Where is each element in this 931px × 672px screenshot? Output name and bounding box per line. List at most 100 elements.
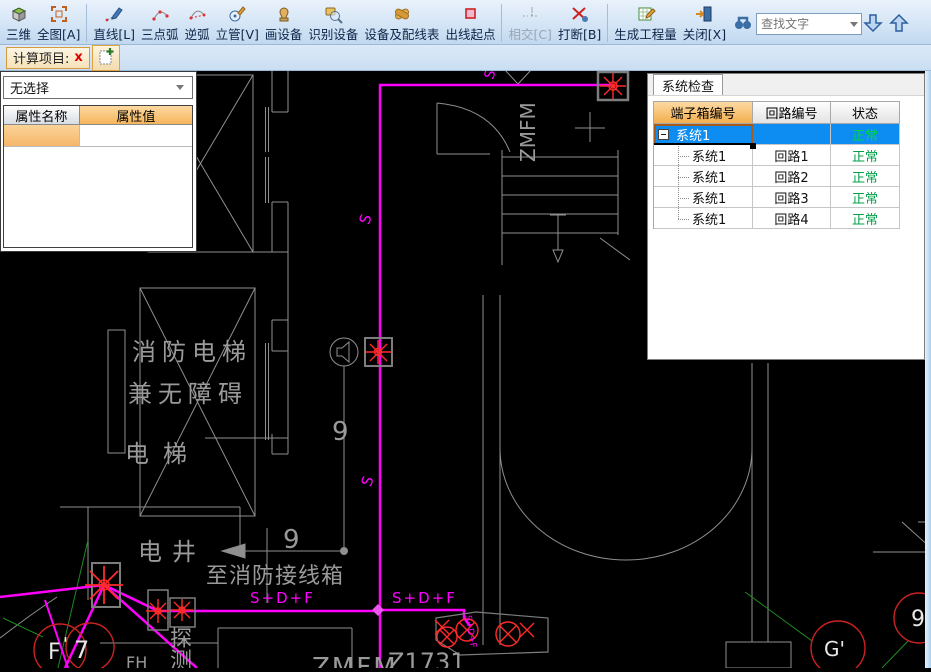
well-label: 电井 xyxy=(138,538,206,566)
toolbar-button-break[interactable]: 打断[B] xyxy=(555,0,604,44)
toolbar-separator xyxy=(501,4,502,42)
toolbar-separator xyxy=(607,4,608,42)
cable-icon xyxy=(392,3,412,24)
property-table: 属性名称 属性值 xyxy=(3,105,193,248)
tree-guide-stub xyxy=(678,177,689,178)
wire-sdf1: S+D+F xyxy=(250,589,315,607)
property-table-header: 属性名称 属性值 xyxy=(4,106,192,125)
tab-calc-project[interactable]: 计算项目: x xyxy=(6,47,90,69)
selection-fill-handle[interactable] xyxy=(750,143,756,149)
properties-panel: 无选择 属性名称 属性值 xyxy=(0,71,197,252)
toolbar-button-full-view[interactable]: 全图[A] xyxy=(34,0,83,44)
toolbar-button-detect-device[interactable]: 识别设备 xyxy=(305,0,361,44)
status-badge: 正常 xyxy=(831,145,900,166)
binoculars-icon xyxy=(733,13,753,35)
wire-sdf2: S+D+F xyxy=(392,589,457,607)
wire-s2: S xyxy=(357,474,377,489)
dim-9b: 9 xyxy=(283,525,300,555)
terminal-box-cell[interactable]: 系统1 xyxy=(654,166,753,187)
tab-system-check[interactable]: 系统检查 xyxy=(653,74,723,95)
tree-guide-stub xyxy=(678,156,689,157)
selection-dropdown[interactable]: 无选择 xyxy=(3,76,193,99)
circuit-cell[interactable]: 回路1 xyxy=(753,145,831,166)
full-view-icon xyxy=(49,3,69,24)
toolbar-button-intersect[interactable]: 相交[C] xyxy=(505,0,554,44)
system-check-table-header: 端子箱编号 回路编号 状态 xyxy=(654,102,900,124)
shaft-label-1: 消防电梯 xyxy=(132,338,252,366)
tree-guide-stub xyxy=(678,198,689,199)
new-item-button[interactable] xyxy=(92,45,120,71)
find-prev-button[interactable] xyxy=(888,13,910,35)
arc-3point-icon xyxy=(150,3,170,24)
selection-dropdown-value: 无选择 xyxy=(10,78,49,97)
find-text-input[interactable] xyxy=(756,13,862,35)
ce-label: 测 xyxy=(170,649,192,668)
property-value-header: 属性值 xyxy=(80,106,192,124)
property-table-row[interactable] xyxy=(4,125,192,147)
circuit-cell[interactable]: 回路4 xyxy=(753,208,831,229)
table-row-circuit2[interactable]: 系统1 回路2 正常 xyxy=(654,166,900,187)
intersect-icon xyxy=(520,3,540,24)
reverse-arc-icon xyxy=(187,3,207,24)
toolbar-button-3pt-arc[interactable]: 三点弧 xyxy=(138,0,182,44)
terminal-box-cell[interactable]: 系统1 xyxy=(654,208,753,229)
red-square-icon xyxy=(460,3,480,24)
status-badge: 正常 xyxy=(831,187,900,208)
tab-system-check-label: 系统检查 xyxy=(662,76,714,95)
find-text-group xyxy=(733,13,910,35)
wire-s1: S xyxy=(355,212,375,227)
z1731-label: Z1731 xyxy=(388,648,466,668)
toolbar-button-reverse-arc[interactable]: 逆弧 xyxy=(182,0,213,44)
wire-junction-node[interactable] xyxy=(372,604,384,616)
circuit-header: 回路编号 xyxy=(753,102,831,124)
toolbar-button-riser[interactable]: 立管[V] xyxy=(213,0,262,44)
toolbar-button-line[interactable]: 直线[L] xyxy=(90,0,138,44)
circle-9-label: 9 xyxy=(911,607,925,632)
shaft-label-3: 电梯 xyxy=(125,440,201,468)
toolbar-button-generate-quantities[interactable]: 生成工程量 xyxy=(611,0,680,44)
circuit-cell[interactable]: 回路3 xyxy=(753,187,831,208)
status-header: 状态 xyxy=(831,102,900,124)
property-name-cell[interactable] xyxy=(4,125,80,146)
toolbar-button-draw-device[interactable]: 画设备 xyxy=(262,0,306,44)
spreadsheet-pencil-icon xyxy=(636,3,656,24)
zmfm-vertical: ZMFM xyxy=(516,102,540,162)
table-row-circuit3[interactable]: 系统1 回路3 正常 xyxy=(654,187,900,208)
table-row-system1-parent[interactable]: 系统1 正常 xyxy=(654,124,900,145)
break-tool-icon xyxy=(570,3,590,24)
collapse-minus-icon[interactable] xyxy=(658,129,669,140)
find-next-button[interactable] xyxy=(862,13,884,35)
fh-label: FH xyxy=(126,653,147,668)
system-check-tab-strip: 系统检查 xyxy=(648,74,924,96)
system-check-panel: 系统检查 端子箱编号 回路编号 状态 系统1 正常 系统1 回路1 正常 系统1… xyxy=(647,73,925,360)
toolbar-separator xyxy=(86,4,87,42)
table-row-circuit4[interactable]: 系统1 回路4 正常 xyxy=(654,208,900,229)
property-name-header: 属性名称 xyxy=(4,106,80,124)
toolbar-button-outlet-start[interactable]: 出线起点 xyxy=(442,0,498,44)
terminal-box-cell[interactable]: 系统1 xyxy=(654,145,753,166)
status-badge: 正常 xyxy=(831,208,900,229)
system-check-table: 端子箱编号 回路编号 状态 系统1 正常 系统1 回路1 正常 系统1 回路2 … xyxy=(653,101,900,229)
dim-9a: 9 xyxy=(332,417,349,447)
property-value-cell[interactable] xyxy=(80,125,192,146)
table-row-circuit1[interactable]: 系统1 回路1 正常 xyxy=(654,145,900,166)
riser-pipe-icon xyxy=(227,3,247,24)
window-edge-strip xyxy=(925,70,931,668)
tab-calc-project-label: 计算项目: xyxy=(13,48,69,67)
toolbar-button-close[interactable]: 关闭[X] xyxy=(680,0,729,44)
circuit-cell[interactable] xyxy=(753,124,831,145)
main-toolbar: 三维 全图[A] 直线[L] 三点弧 逆弧 立管[V] 画设备 识别设备 设备及… xyxy=(0,0,931,45)
wire-s3: S xyxy=(481,70,499,82)
exit-door-icon xyxy=(694,3,714,24)
toolbar-button-3d[interactable]: 三维 xyxy=(3,0,34,44)
close-tab-icon[interactable]: x xyxy=(74,50,82,65)
new-page-icon xyxy=(96,46,116,70)
circle-f-label: F xyxy=(48,640,61,665)
toolbar-button-device-wiring-table[interactable]: 设备及配线表 xyxy=(361,0,442,44)
status-badge: 正常 xyxy=(831,166,900,187)
circuit-cell[interactable]: 回路2 xyxy=(753,166,831,187)
stamp-icon xyxy=(274,3,294,24)
terminal-box-cell[interactable]: 系统1 xyxy=(654,187,753,208)
magnifier-device-icon xyxy=(323,3,343,24)
circle-g-label: G' xyxy=(824,637,845,661)
